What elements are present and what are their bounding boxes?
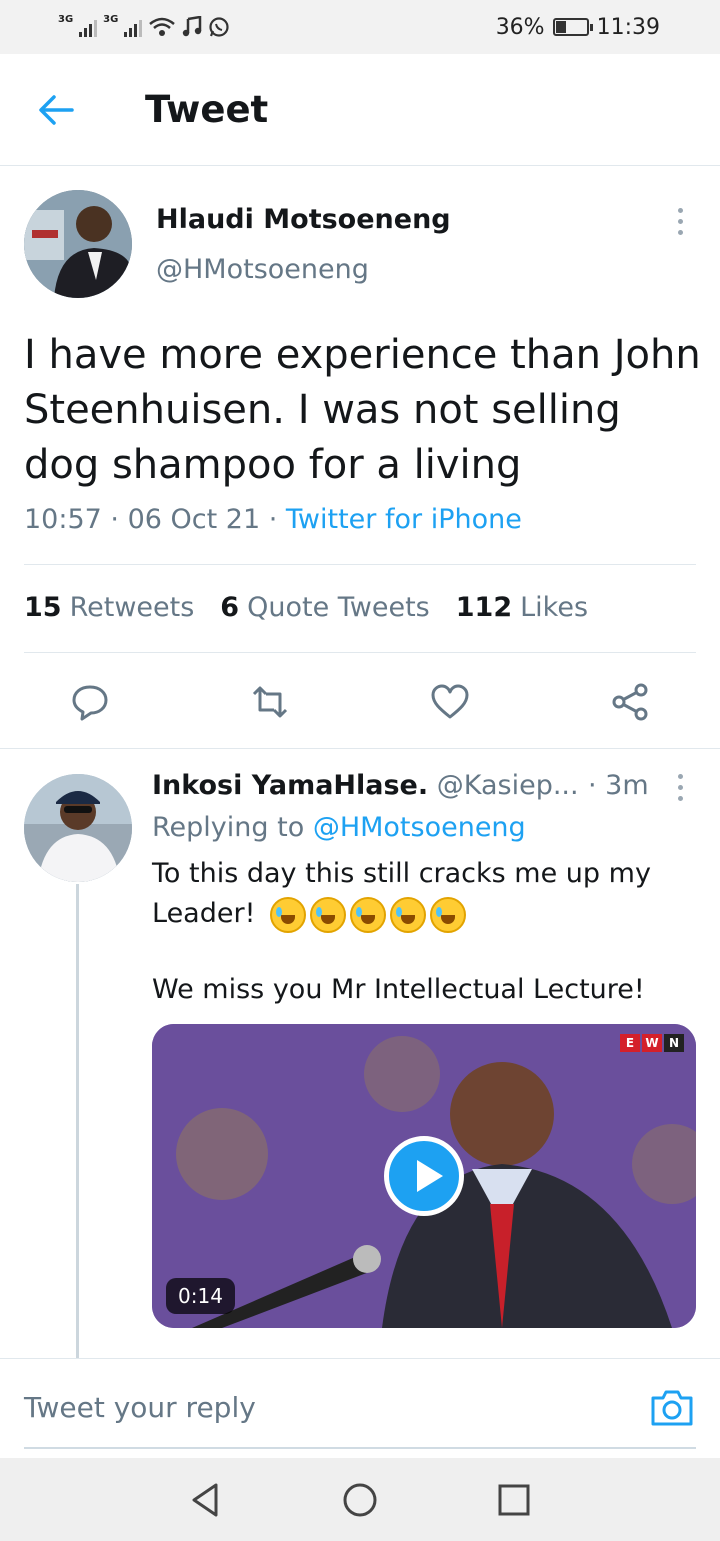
like-heart-icon[interactable]	[430, 682, 470, 722]
reply-icon[interactable]	[70, 682, 110, 722]
replying-to-link[interactable]: @HMotsoeneng	[313, 812, 526, 843]
wifi-icon	[149, 17, 176, 36]
play-icon[interactable]	[384, 1136, 464, 1216]
status-bar: 3G 3G 36% 11:39	[0, 0, 720, 54]
quotes-count: 6	[220, 592, 240, 623]
reply-author-handle[interactable]: @Kasiep...	[437, 770, 579, 801]
ewn-badge: E W N	[620, 1034, 684, 1052]
retweet-icon[interactable]	[250, 682, 290, 722]
network-type-1: 3G	[58, 14, 74, 25]
divider	[0, 748, 720, 749]
tweet-stats: 15 Retweets 6 Quote Tweets 112 Likes	[24, 592, 588, 623]
ewn-letter: E	[620, 1034, 640, 1052]
reply-text-line2: We miss you Mr Intellectual Lecture!	[152, 974, 645, 1005]
retweets-count: 15	[24, 592, 62, 623]
ewn-letter: N	[664, 1034, 684, 1052]
rofl-emoji-icon	[310, 896, 346, 933]
reply-author-name[interactable]: Inkosi YamaHlase.	[152, 770, 428, 801]
tweet-time: 10:57	[24, 504, 102, 535]
tweet-source-link[interactable]: Twitter for iPhone	[286, 504, 522, 535]
author-name[interactable]: Hlaudi Motsoeneng	[156, 204, 451, 235]
video-thumbnail[interactable]: E W N 0:14	[152, 1024, 696, 1328]
clock: 11:39	[596, 14, 660, 40]
battery-percent: 36%	[495, 14, 545, 40]
likes-stat[interactable]: 112 Likes	[456, 592, 588, 623]
back-arrow-icon[interactable]	[34, 88, 78, 132]
nav-back-icon[interactable]	[186, 1480, 226, 1520]
reply-author-avatar[interactable]	[24, 774, 132, 882]
rofl-emoji-icon	[270, 896, 306, 933]
tweet-text: I have more experience than John Steenhu…	[24, 332, 701, 488]
likes-count: 112	[455, 592, 513, 623]
reply-header: Inkosi YamaHlase. @Kasiep...	[152, 770, 579, 801]
top-app-bar: Tweet	[0, 54, 720, 166]
divider	[24, 564, 696, 565]
retweets-stat[interactable]: 15 Retweets	[24, 592, 194, 623]
author-avatar[interactable]	[24, 190, 132, 298]
author-handle[interactable]: @HMotsoeneng	[156, 254, 369, 285]
nav-home-icon[interactable]	[340, 1480, 380, 1520]
status-bar-right: 36% 11:39	[496, 12, 660, 42]
retweets-label: Retweets	[69, 592, 195, 623]
network-type-2: 3G	[103, 14, 119, 25]
divider	[24, 652, 696, 653]
system-nav-bar	[0, 1458, 720, 1541]
rofl-emoji-icon	[350, 896, 386, 933]
tweet-actions	[0, 672, 720, 732]
rofl-emoji-icon	[430, 896, 466, 933]
ewn-letter: W	[642, 1034, 662, 1052]
more-options-icon[interactable]	[673, 208, 687, 235]
tweet-meta: 10:57 · 06 Oct 21 · Twitter for iPhone	[24, 504, 522, 535]
quote-tweets-stat[interactable]: 6 Quote Tweets	[220, 592, 429, 623]
reply-timestamp: · 3m	[588, 770, 649, 801]
rofl-emoji-icon	[390, 896, 426, 933]
composer-underline	[24, 1447, 696, 1449]
music-note-icon	[183, 16, 202, 37]
signal-icon	[124, 17, 143, 37]
battery-icon	[552, 18, 593, 36]
share-icon[interactable]	[610, 682, 650, 722]
video-duration: 0:14	[166, 1278, 235, 1314]
reply-text: To this day this still cracks me up my L…	[152, 854, 692, 934]
quotes-label: Quote Tweets	[247, 592, 430, 623]
reply-input[interactable]: Tweet your reply	[24, 1391, 256, 1424]
likes-label: Likes	[520, 592, 589, 623]
whatsapp-icon	[209, 17, 229, 37]
replying-to: Replying to @HMotsoeneng	[152, 812, 526, 843]
tweet-date: 06 Oct 21	[127, 504, 261, 535]
reply-composer: Tweet your reply	[0, 1358, 720, 1458]
thread-line	[76, 884, 79, 1358]
camera-icon[interactable]	[650, 1387, 694, 1427]
replying-to-prefix: Replying to	[152, 812, 305, 843]
laughing-emoji-group	[270, 896, 466, 933]
signal-icon	[79, 17, 98, 37]
page-title: Tweet	[145, 88, 269, 131]
status-bar-left: 3G 3G	[58, 12, 230, 42]
reply-more-options-icon[interactable]	[673, 774, 687, 801]
nav-recents-icon[interactable]	[494, 1480, 534, 1520]
